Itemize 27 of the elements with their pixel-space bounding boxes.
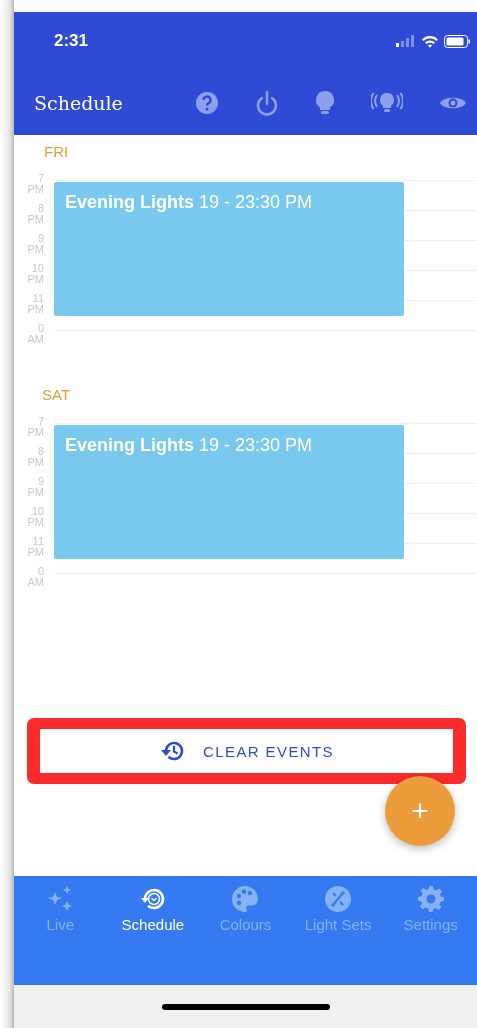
- tab[interactable]: Light Sets: [291, 884, 385, 933]
- bulb-icon[interactable]: [315, 89, 335, 116]
- power-icon[interactable]: [255, 89, 279, 116]
- wifi-icon: [421, 34, 439, 48]
- history-icon: [159, 739, 185, 763]
- circuit-icon: [323, 884, 354, 914]
- gear-icon: [415, 884, 446, 914]
- day-label: SAT: [42, 386, 71, 404]
- tab[interactable]: Colours: [199, 884, 292, 933]
- signal-icon: [396, 35, 416, 47]
- home-indicator[interactable]: [161, 1003, 330, 1010]
- status-time: 2:31: [54, 31, 89, 51]
- clear-events-button[interactable]: CLEAR EVENTS: [40, 729, 453, 773]
- tab[interactable]: Settings: [384, 884, 477, 933]
- help-icon[interactable]: [195, 90, 219, 115]
- bulb-signal-icon[interactable]: [371, 90, 403, 115]
- add-button[interactable]: +: [385, 776, 455, 846]
- event-block[interactable]: Evening Lights 19 - 23:30 PM: [54, 182, 404, 316]
- tab[interactable]: Schedule: [106, 884, 200, 933]
- screen-title: Schedule: [34, 91, 123, 114]
- day-label: FRI: [44, 143, 69, 161]
- tab[interactable]: Live: [14, 884, 107, 933]
- palette-icon: [230, 884, 261, 914]
- event-block[interactable]: Evening Lights 19 - 23:30 PM: [54, 425, 404, 559]
- event-text: Evening Lights 19 - 23:30 PM: [64, 434, 314, 456]
- battery-icon: [444, 34, 471, 48]
- event-text: Evening Lights 19 - 23:30 PM: [64, 191, 314, 213]
